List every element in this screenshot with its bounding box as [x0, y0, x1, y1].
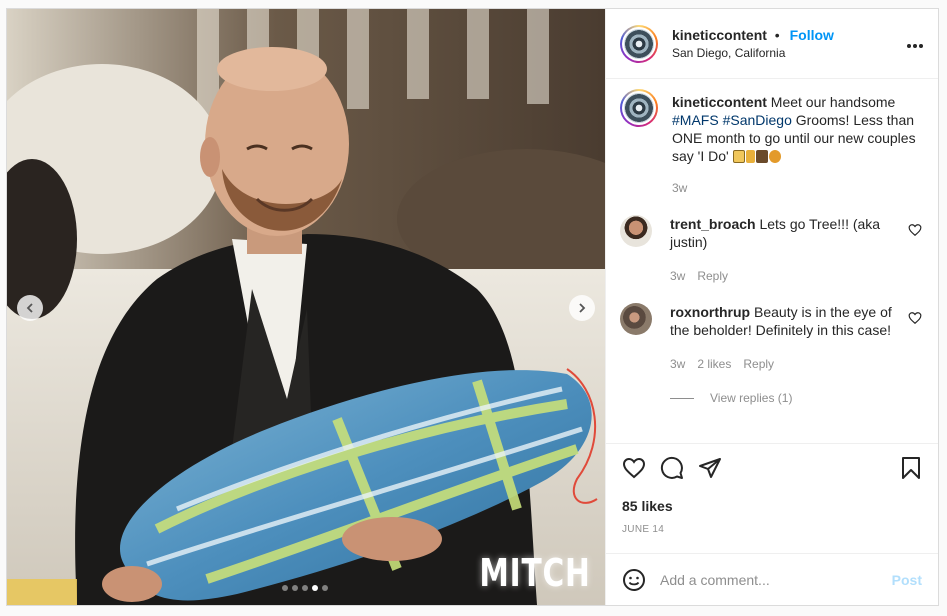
commenter-avatar[interactable] — [620, 303, 652, 335]
reply-button[interactable]: Reply — [743, 355, 774, 373]
post-location[interactable]: San Diego, California — [672, 46, 906, 60]
emoji-icon[interactable] — [622, 568, 646, 592]
add-comment-bar: Post — [606, 553, 938, 605]
post-image[interactable]: MITCH — [7, 9, 605, 605]
carousel-dot — [282, 585, 288, 591]
more-options-icon[interactable] — [906, 32, 924, 55]
caption-time[interactable]: 3w — [672, 179, 687, 197]
heart-icon[interactable] — [908, 311, 922, 325]
photo-overlay-name: MITCH — [479, 551, 591, 595]
carousel-dot — [302, 585, 308, 591]
carousel-prev-button[interactable] — [17, 295, 43, 321]
heart-icon[interactable] — [908, 223, 922, 237]
comment-time[interactable]: 3w — [670, 355, 685, 373]
emoji-icon — [755, 150, 768, 163]
paper-plane-icon[interactable] — [698, 456, 722, 480]
emoji-icon — [768, 150, 781, 163]
caption: kineticcontent Meet our handsome #MAFS #… — [620, 89, 922, 197]
caption-username[interactable]: kineticcontent — [672, 94, 767, 110]
reply-button[interactable]: Reply — [697, 267, 728, 285]
separator-dot: • — [774, 27, 780, 43]
carousel-dot — [322, 585, 328, 591]
comments-list[interactable]: kineticcontent Meet our handsome #MAFS #… — [606, 79, 938, 443]
caption-emojis — [732, 148, 782, 164]
post-sidebar: kineticcontent • Follow San Diego, Calif… — [605, 9, 938, 605]
post-date[interactable]: JUNE 14 — [622, 524, 922, 535]
carousel-indicator — [282, 585, 328, 591]
chevron-left-icon — [26, 303, 33, 313]
hashtag-sandiego[interactable]: #SanDiego — [723, 112, 792, 128]
photo-groom-with-gift — [7, 9, 605, 605]
emoji-icon — [732, 150, 745, 163]
carousel-dot — [292, 585, 298, 591]
author-avatar[interactable] — [620, 24, 658, 63]
hashtag-mafs[interactable]: #MAFS — [672, 112, 719, 128]
commenter-avatar[interactable] — [620, 215, 652, 247]
instagram-post: MITCH kineticcontent • Follow San Diego,… — [6, 8, 939, 606]
comment-item: roxnorthrup Beauty is in the eye of the … — [620, 303, 922, 373]
bookmark-icon[interactable] — [900, 456, 922, 480]
post-header: kineticcontent • Follow San Diego, Calif… — [606, 9, 938, 79]
commenter-username[interactable]: roxnorthrup — [670, 304, 750, 320]
comment-item: trent_broach Lets go Tree!!! (aka justin… — [620, 215, 922, 285]
caption-text-start: Meet our handsome — [770, 94, 896, 110]
emoji-icon — [745, 150, 755, 163]
chevron-right-icon — [579, 303, 586, 313]
comment-icon[interactable] — [660, 456, 684, 480]
commenter-username[interactable]: trent_broach — [670, 216, 756, 232]
carousel-dot — [312, 585, 318, 591]
post-comment-button[interactable]: Post — [892, 572, 922, 588]
view-replies-label: View replies (1) — [710, 391, 793, 405]
caption-avatar[interactable] — [620, 89, 658, 127]
author-username[interactable]: kineticcontent — [672, 27, 767, 43]
post-actions: 85 likes JUNE 14 — [606, 443, 938, 553]
carousel-next-button[interactable] — [569, 295, 595, 321]
view-replies-button[interactable]: View replies (1) — [670, 391, 922, 405]
comment-time[interactable]: 3w — [670, 267, 685, 285]
add-comment-input[interactable] — [660, 571, 892, 588]
comment-likes[interactable]: 2 likes — [697, 355, 731, 373]
heart-icon[interactable] — [622, 456, 646, 480]
likes-count[interactable]: 85 likes — [622, 498, 922, 514]
follow-button[interactable]: Follow — [790, 27, 834, 43]
